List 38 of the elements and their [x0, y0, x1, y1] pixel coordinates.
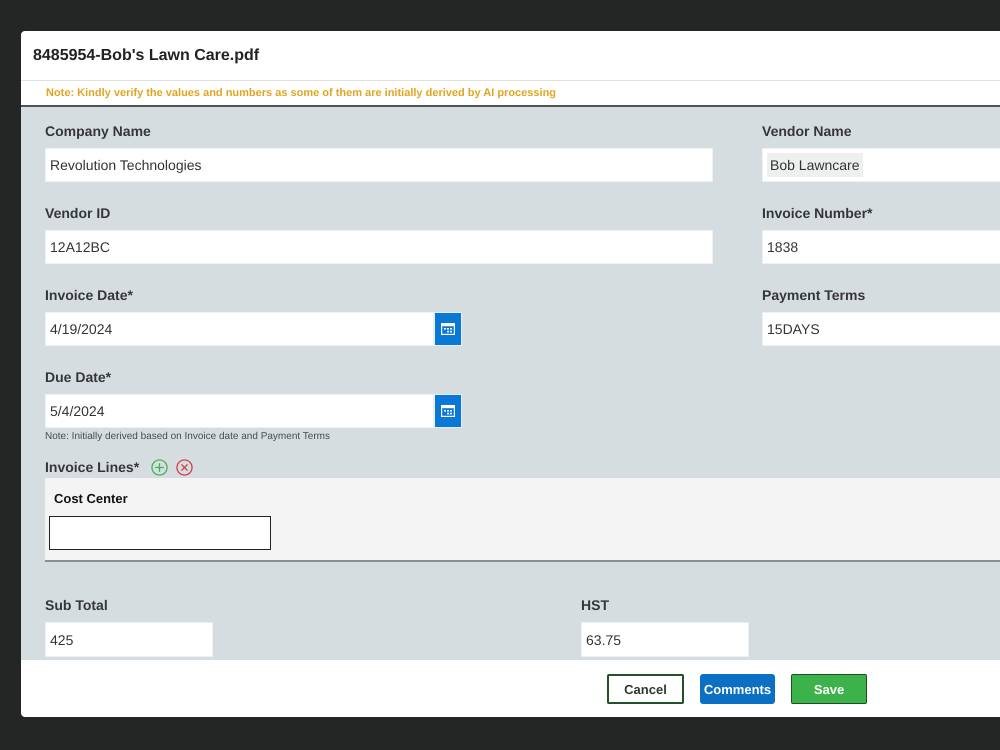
field-label: Company Name — [45, 122, 151, 140]
calendar-icon — [441, 405, 455, 417]
field-value: Bob Lawncare — [767, 153, 863, 177]
comments-button[interactable]: Comments — [700, 674, 775, 704]
field-label: HST — [581, 596, 609, 614]
text-field[interactable]: 63.75 — [581, 622, 749, 657]
field-value: 5/4/2024 — [50, 402, 104, 421]
x-circle-icon[interactable] — [176, 458, 194, 476]
dialog-title: 8485954-Bob's Lawn Care.pdf — [33, 46, 260, 64]
field-note: Note: Initially derived based on Invoice date and Payment Terms — [45, 430, 330, 444]
cancel-button[interactable]: Cancel — [607, 674, 684, 704]
field-value: 15DAYS — [767, 320, 820, 339]
text-field[interactable]: 1838 — [762, 230, 1000, 264]
date-field[interactable]: 5/4/2024 — [45, 394, 434, 428]
text-field[interactable]: 12A12BC — [45, 230, 713, 264]
ai-notice: Note: Kindly verify the values and numbers as some of them are initially derived by AI processing — [46, 87, 556, 99]
input-field[interactable] — [49, 516, 271, 550]
text-field[interactable]: 425 — [45, 622, 213, 657]
field-label: Due Date* — [45, 368, 112, 386]
field-value: 4/19/2024 — [50, 320, 112, 339]
text-field[interactable]: Bob Lawncare — [762, 148, 1000, 182]
field-label: Vendor Name — [762, 122, 852, 140]
field-label: Invoice Number* — [762, 204, 872, 222]
text-field[interactable]: 15DAYS — [762, 312, 1000, 346]
column-header: Cost Center — [54, 491, 128, 507]
field-label: Payment Terms — [762, 286, 866, 304]
field-label: Invoice Date* — [45, 286, 133, 304]
calendar-icon — [441, 323, 455, 335]
field-label: Vendor ID — [45, 204, 110, 222]
field-value: 1838 — [767, 238, 798, 257]
date-field[interactable]: 4/19/2024 — [45, 312, 434, 346]
field-value: 12A12BC — [50, 238, 110, 257]
text-field[interactable]: Revolution Technologies — [45, 148, 713, 182]
calendar-button[interactable] — [434, 394, 462, 428]
calendar-button[interactable] — [434, 312, 462, 346]
field-label: Invoice Lines* — [45, 458, 140, 476]
field-value: Revolution Technologies — [50, 156, 202, 175]
field-label: Sub Total — [45, 596, 108, 614]
